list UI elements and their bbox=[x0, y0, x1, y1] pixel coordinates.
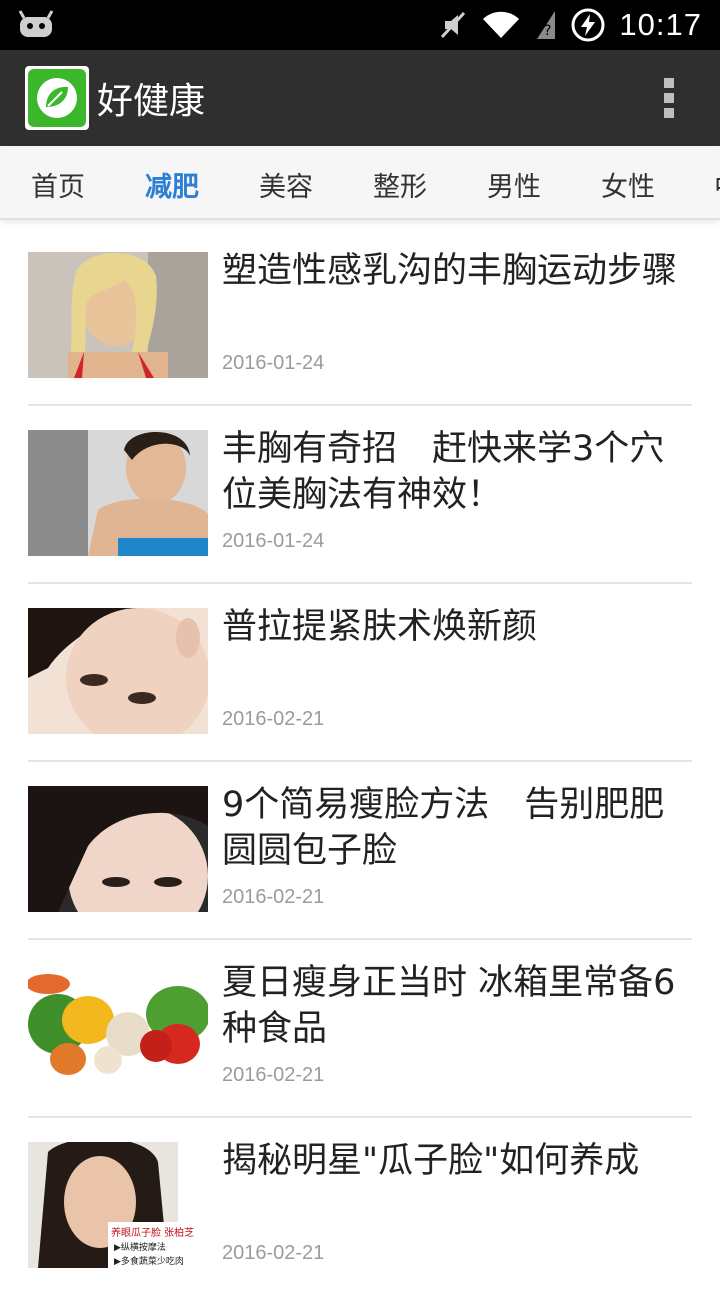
app-title: 好健康 bbox=[97, 81, 206, 122]
article-date: 2016-01-24 bbox=[222, 530, 325, 552]
tab-male[interactable]: 男性 bbox=[487, 165, 541, 204]
article-title: 普拉提紧肤术焕新颜 bbox=[222, 607, 538, 647]
list-item[interactable]: 普拉提紧肤术焕新颜 2016-02-21 bbox=[28, 584, 692, 762]
article-thumbnail: 养眼瓜子脸 张柏芝 ▶纵横按摩法 ▶多食蔬菜少吃肉 bbox=[28, 1142, 208, 1268]
category-tabs: 首页 减肥 美容 整形 男性 女性 中 bbox=[0, 146, 720, 220]
article-thumbnail bbox=[28, 608, 208, 734]
tab-home[interactable]: 首页 bbox=[31, 165, 85, 204]
list-item[interactable]: 塑造性感乳沟的丰胸运动步骤 2016-01-24 bbox=[28, 228, 692, 406]
wifi-icon bbox=[483, 11, 520, 38]
article-list: 塑造性感乳沟的丰胸运动步骤 2016-01-24 丰胸有奇招 赶快来学3个穴位美… bbox=[0, 228, 720, 1294]
list-item[interactable]: 养眼瓜子脸 张柏芝 ▶纵横按摩法 ▶多食蔬菜少吃肉 揭秘明星"瓜子脸"如何养成 … bbox=[28, 1118, 692, 1294]
app-logo-icon bbox=[25, 66, 89, 130]
article-thumbnail bbox=[28, 786, 208, 912]
article-thumbnail bbox=[28, 252, 208, 378]
overflow-menu-icon[interactable] bbox=[664, 78, 676, 118]
article-date: 2016-01-24 bbox=[222, 352, 325, 374]
list-item[interactable]: 9个简易瘦脸方法 告别肥肥圆圆包子脸 2016-02-21 bbox=[28, 762, 692, 940]
svg-text:▶多食蔬菜少吃肉: ▶多食蔬菜少吃肉 bbox=[114, 1255, 184, 1267]
article-thumbnail bbox=[28, 964, 208, 1090]
tab-beauty[interactable]: 美容 bbox=[259, 165, 313, 204]
article-date: 2016-02-21 bbox=[222, 886, 325, 908]
android-icon bbox=[18, 10, 54, 37]
mute-icon bbox=[441, 11, 466, 39]
article-title: 9个简易瘦脸方法 告别肥肥圆圆包子脸 bbox=[222, 785, 665, 871]
signal-icon: ? bbox=[537, 11, 556, 39]
article-date: 2016-02-21 bbox=[222, 708, 325, 730]
svg-text:?: ? bbox=[544, 23, 551, 39]
svg-text:▶纵横按摩法: ▶纵横按摩法 bbox=[114, 1241, 166, 1253]
article-title: 丰胸有奇招 赶快来学3个穴位美胸法有神效！ bbox=[222, 429, 665, 515]
status-bar: ? 10:17 bbox=[0, 0, 720, 50]
tab-plastic-surgery[interactable]: 整形 bbox=[373, 165, 427, 204]
article-title: 揭秘明星"瓜子脸"如何养成 bbox=[222, 1141, 640, 1181]
article-title: 塑造性感乳沟的丰胸运动步骤 bbox=[222, 251, 678, 291]
tab-female[interactable]: 女性 bbox=[601, 165, 655, 204]
article-thumbnail bbox=[28, 430, 208, 556]
tab-more[interactable]: 中 bbox=[714, 165, 720, 204]
article-date: 2016-02-21 bbox=[222, 1064, 325, 1086]
battery-charging-icon bbox=[571, 8, 605, 42]
article-title: 夏日瘦身正当时 冰箱里常备6种食品 bbox=[222, 963, 676, 1049]
list-item[interactable]: 丰胸有奇招 赶快来学3个穴位美胸法有神效！ 2016-01-24 bbox=[28, 406, 692, 584]
action-bar: 好健康 bbox=[0, 50, 720, 146]
status-time: 10:17 bbox=[619, 7, 702, 42]
list-item[interactable]: 夏日瘦身正当时 冰箱里常备6种食品 2016-02-21 bbox=[28, 940, 692, 1118]
tab-weight-loss[interactable]: 减肥 bbox=[145, 165, 199, 204]
article-date: 2016-02-21 bbox=[222, 1242, 325, 1264]
svg-text:养眼瓜子脸 张柏芝: 养眼瓜子脸 张柏芝 bbox=[111, 1226, 194, 1239]
